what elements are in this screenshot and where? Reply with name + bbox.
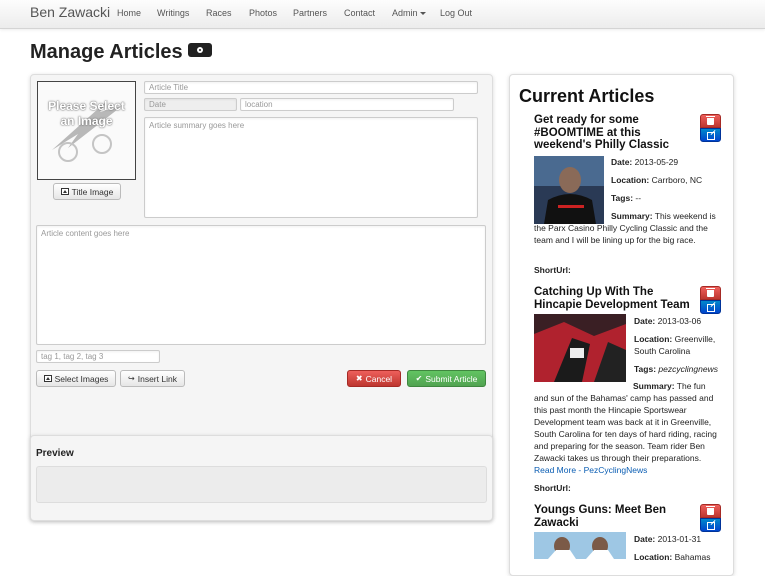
- title-image-button-label: Title Image: [71, 186, 114, 197]
- article-tags: Tags: pezcyclingnews: [634, 364, 718, 374]
- article-summary: Summary: This weekend is the Parx Casino…: [534, 211, 716, 245]
- article-summary: Summary: The fun and sun of the Bahamas'…: [534, 381, 717, 463]
- nav-photos[interactable]: Photos: [249, 8, 277, 18]
- nav-races[interactable]: Races: [206, 8, 232, 18]
- select-images-label: Select Images: [54, 373, 109, 384]
- article-shorturl: ShortUrl:: [534, 483, 571, 493]
- article-thumbnail: [534, 314, 626, 382]
- submit-article-label: Submit Article: [425, 373, 478, 384]
- select-images-button[interactable]: Select Images: [36, 370, 116, 387]
- article-title[interactable]: Youngs Guns: Meet Ben Zawacki: [534, 504, 694, 529]
- article-tags: Tags: --: [611, 193, 642, 203]
- nav-contact[interactable]: Contact: [344, 8, 375, 18]
- check-icon: ✔: [415, 373, 423, 383]
- article-title-input[interactable]: Article Title: [144, 81, 478, 94]
- delete-article-button[interactable]: [700, 114, 721, 128]
- trash-icon: [706, 506, 715, 515]
- delete-article-button[interactable]: [700, 504, 721, 518]
- article-location: Location: Bahamas: [634, 552, 711, 562]
- article-date: Date: 2013-05-29: [611, 157, 679, 167]
- cancel-label: Cancel: [365, 373, 393, 384]
- content-textarea[interactable]: Article content goes here: [36, 225, 486, 345]
- nav-admin-label: Admin: [392, 8, 418, 18]
- caret-down-icon: [419, 12, 426, 16]
- edit-icon: [707, 304, 715, 312]
- nav-writings[interactable]: Writings: [157, 8, 189, 18]
- nav-partners[interactable]: Partners: [293, 8, 327, 18]
- location-input[interactable]: location: [240, 98, 454, 111]
- link-icon: ↪: [128, 373, 135, 383]
- brand-link[interactable]: Ben Zawacki: [30, 4, 110, 20]
- edit-icon: [707, 132, 715, 140]
- article-shorturl: ShortUrl:: [534, 265, 571, 275]
- cyclist-placeholder-image: [38, 82, 135, 179]
- article-title[interactable]: Catching Up With The Hincapie Developmen…: [534, 286, 700, 311]
- insert-link-label: Insert Link: [137, 373, 177, 384]
- date-input[interactable]: Date: [144, 98, 237, 111]
- title-image-placeholder[interactable]: Please Select an Image: [37, 81, 136, 180]
- article-date: Date: 2013-03-06: [634, 316, 702, 326]
- edit-article-button[interactable]: [700, 300, 721, 314]
- nav-admin-dropdown[interactable]: Admin: [392, 8, 426, 18]
- trash-icon: [706, 116, 715, 125]
- summary-textarea[interactable]: Article summary goes here: [144, 117, 478, 218]
- edit-icon: [707, 522, 715, 530]
- article-location: Location: Carrboro, NC: [611, 175, 703, 185]
- top-navbar: Ben Zawacki Home Writings Races Photos P…: [0, 0, 765, 29]
- article-location: Location: Greenville, South Carolina: [634, 334, 716, 356]
- close-icon: ✖: [355, 373, 363, 383]
- title-image-button[interactable]: Title Image: [53, 183, 121, 200]
- article-date: Date: 2013-01-31: [634, 534, 702, 544]
- nav-logout[interactable]: Log Out: [440, 8, 472, 18]
- read-more-link[interactable]: Read More - PezCyclingNews: [534, 464, 647, 476]
- edit-article-button[interactable]: [700, 128, 721, 142]
- cancel-button[interactable]: ✖ Cancel: [347, 370, 401, 387]
- insert-link-button[interactable]: ↪ Insert Link: [120, 370, 185, 387]
- article-title[interactable]: Get ready for some #BOOMTIME at this wee…: [534, 114, 694, 152]
- title-image-text: Please Select an Image: [48, 99, 125, 128]
- preview-area: [36, 466, 487, 503]
- edit-article-button[interactable]: [700, 518, 721, 532]
- nav-home[interactable]: Home: [117, 8, 141, 18]
- delete-article-button[interactable]: [700, 286, 721, 300]
- page-title: Manage Articles: [30, 41, 183, 63]
- trash-icon: [706, 288, 715, 297]
- current-articles-heading: Current Articles: [519, 86, 655, 106]
- submit-article-button[interactable]: ✔ Submit Article: [407, 370, 486, 387]
- eye-icon-button[interactable]: [188, 43, 212, 57]
- picture-icon: [43, 375, 52, 382]
- tags-input[interactable]: tag 1, tag 2, tag 3: [36, 350, 160, 363]
- preview-heading: Preview: [36, 448, 74, 459]
- article-thumbnail: [534, 532, 626, 559]
- picture-icon: [60, 188, 69, 195]
